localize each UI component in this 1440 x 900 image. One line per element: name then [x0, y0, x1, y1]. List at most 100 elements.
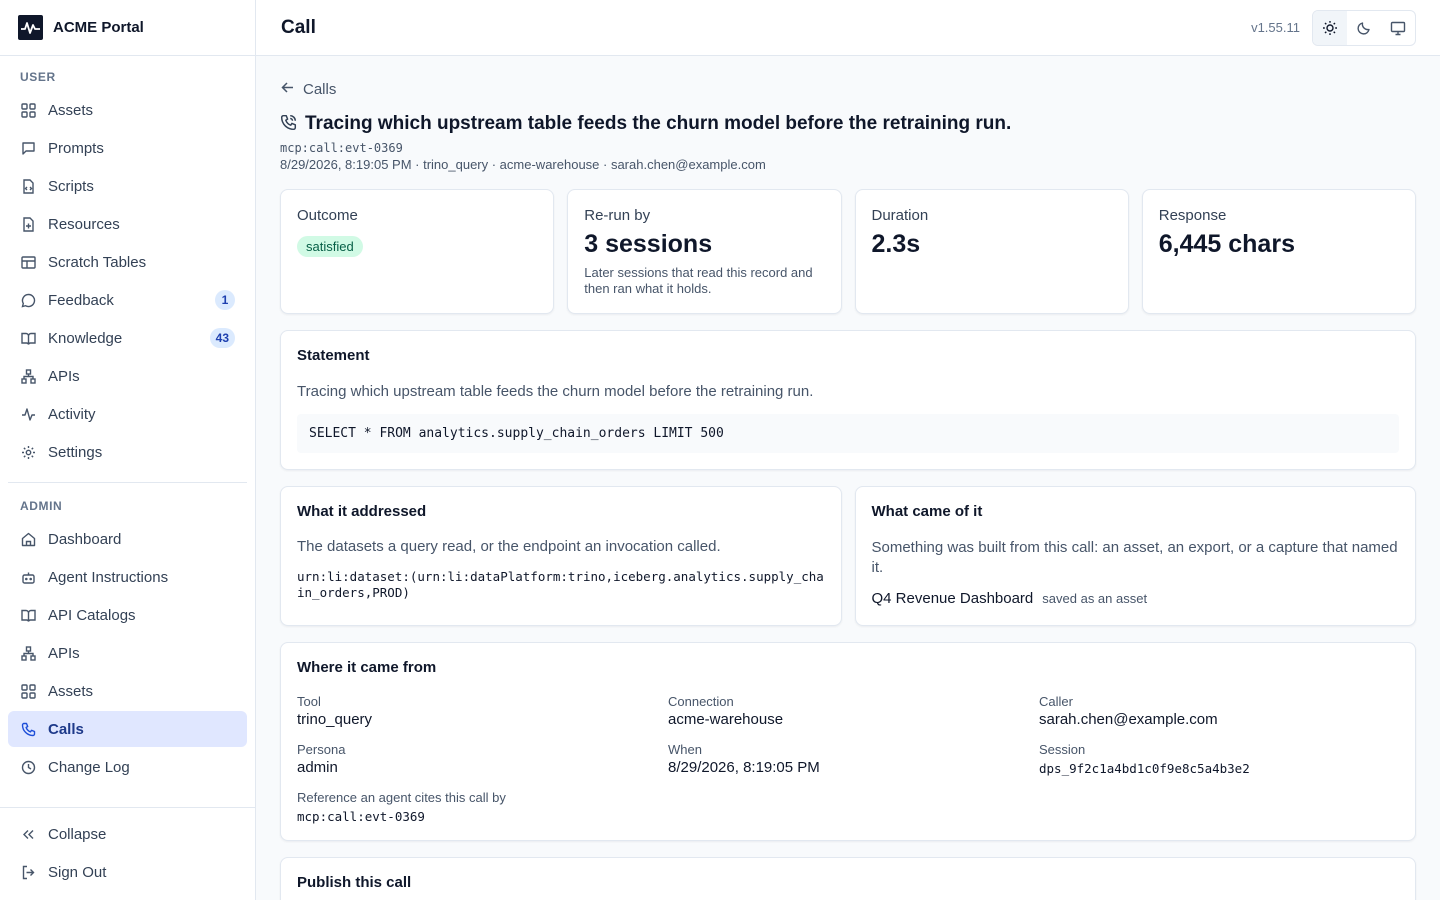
rerun-description: Later sessions that read this record and…: [584, 265, 813, 296]
bot-icon: [20, 569, 36, 585]
sidebar-item-label: Agent Instructions: [48, 568, 169, 586]
network-icon: [20, 368, 36, 384]
outcome-section: What came of it Something was built from…: [854, 486, 1416, 626]
sidebar-item-label: Change Log: [48, 758, 130, 776]
outcome-heading: What came of it: [871, 503, 983, 520]
page-title: Call: [281, 16, 316, 38]
persona-field: Persona admin: [297, 742, 668, 776]
sidebar-footer: Collapse Sign Out: [0, 807, 255, 900]
rerun-card: Re-run by 3 sessions Later sessions that…: [567, 189, 842, 314]
outcome-card: Outcome satisfied: [280, 189, 555, 314]
field-label: Session: [1039, 742, 1086, 757]
tool-value: trino_query: [297, 711, 373, 728]
sidebar-item-label: Scripts: [48, 177, 94, 195]
sidebar-item-scratch-tables[interactable]: Scratch Tables: [8, 244, 247, 280]
sidebar-item-prompts[interactable]: Prompts: [8, 130, 247, 166]
addressed-section: What it addressed The datasets a query r…: [280, 486, 842, 626]
sidebar-item-label: Prompts: [48, 139, 104, 157]
call-title: Tracing which upstream table feeds the c…: [305, 113, 1012, 134]
clock-icon: [20, 759, 36, 775]
origin-fields: Tool trino_query Connection acme-warehou…: [297, 694, 1399, 776]
back-to-calls-link[interactable]: Calls: [280, 80, 1416, 99]
sidebar-item-api-catalogs[interactable]: API Catalogs: [8, 597, 247, 633]
grid-icon: [20, 683, 36, 699]
file-plus-icon: [20, 216, 36, 232]
sidebar-item-label: Assets: [48, 682, 94, 700]
chevrons-left-icon: [20, 826, 36, 842]
artifact-link[interactable]: Q4 Revenue Dashboard: [872, 590, 1034, 607]
collapse-label: Collapse: [48, 825, 107, 843]
rerun-value: 3 sessions: [584, 230, 713, 258]
session-value: dps_9f2c1a4bd1c0f9e8c5a4b3e2: [1039, 761, 1250, 776]
field-label: When: [668, 742, 702, 757]
sidebar-item-admin-assets[interactable]: Assets: [8, 673, 247, 709]
sidebar-item-label: Activity: [48, 405, 96, 423]
statement-heading: Statement: [297, 347, 370, 364]
when-field: When 8/29/2026, 8:19:05 PM: [668, 742, 1039, 776]
sidebar-item-resources[interactable]: Resources: [8, 206, 247, 242]
nav-divider: [8, 482, 247, 483]
table-icon: [20, 254, 36, 270]
caller-value: sarah.chen@example.com: [1039, 711, 1218, 728]
light-theme-icon[interactable]: [1313, 10, 1347, 45]
brand[interactable]: ACME Portal: [0, 0, 255, 56]
sidebar-item-label: Settings: [48, 443, 103, 461]
dark-theme-icon[interactable]: [1347, 11, 1381, 45]
sidebar: ACME Portal USER Assets Prompts Scripts …: [0, 0, 256, 900]
sidebar-item-scripts[interactable]: Scripts: [8, 168, 247, 204]
duration-label: Duration: [871, 207, 929, 224]
sidebar-item-calls[interactable]: Calls: [8, 711, 247, 747]
pulse-logo-icon: [18, 15, 43, 40]
addressed-outcome-row: What it addressed The datasets a query r…: [280, 486, 1416, 626]
home-icon: [20, 531, 36, 547]
sidebar-item-change-log[interactable]: Change Log: [8, 749, 247, 785]
sign-out-label: Sign Out: [48, 863, 107, 881]
sidebar-item-feedback[interactable]: Feedback 1: [8, 282, 247, 318]
top-bar: Call v1.55.11: [256, 0, 1440, 56]
sidebar-item-label: Feedback: [48, 291, 114, 309]
outcome-description: Something was built from this call: an a…: [871, 539, 1398, 576]
arrow-left-icon: [280, 80, 295, 99]
call-id: mcp:call:evt-0369: [280, 141, 403, 155]
duration-value: 2.3s: [871, 230, 921, 258]
sidebar-item-label: Assets: [48, 101, 94, 119]
version-label: v1.55.11: [1251, 20, 1300, 35]
statement-text: Tracing which upstream table feeds the c…: [297, 383, 814, 400]
sidebar-item-admin-apis[interactable]: APIs: [8, 635, 247, 671]
stats-row: Outcome satisfied Re-run by 3 sessions L…: [280, 189, 1416, 314]
message-square-icon: [20, 140, 36, 156]
sidebar-item-apis[interactable]: APIs: [8, 358, 247, 394]
sidebar-item-label: API Catalogs: [48, 606, 136, 624]
theme-switcher: [1312, 9, 1416, 46]
outcome-label: Outcome: [297, 207, 358, 224]
statement-section: Statement Tracing which upstream table f…: [280, 330, 1416, 470]
sidebar-item-label: Resources: [48, 215, 120, 233]
sidebar-item-settings[interactable]: Settings: [8, 434, 247, 470]
session-field: Session dps_9f2c1a4bd1c0f9e8c5a4b3e2: [1039, 742, 1399, 776]
dataset-urn: urn:li:dataset:(urn:li:dataPlatform:trin…: [297, 569, 824, 600]
call-title-row: Tracing which upstream table feeds the c…: [280, 113, 1416, 135]
network-icon: [20, 645, 36, 661]
sidebar-item-label: Knowledge: [48, 329, 123, 347]
sidebar-item-dashboard[interactable]: Dashboard: [8, 521, 247, 557]
response-label: Response: [1158, 207, 1227, 224]
sidebar-item-label: Scratch Tables: [48, 253, 147, 271]
back-label: Calls: [303, 81, 337, 98]
publish-heading: Publish this call: [297, 874, 412, 891]
response-card: Response 6,445 chars: [1141, 189, 1416, 314]
field-label: Reference an agent cites this call by: [297, 790, 506, 805]
sidebar-item-knowledge[interactable]: Knowledge 43: [8, 320, 247, 356]
system-theme-icon[interactable]: [1381, 11, 1415, 45]
when-value: 8/29/2026, 8:19:05 PM: [668, 759, 820, 776]
sidebar-item-activity[interactable]: Activity: [8, 396, 247, 432]
connection-value: acme-warehouse: [668, 711, 784, 728]
sidebar-item-assets[interactable]: Assets: [8, 92, 247, 128]
call-meta: 8/29/2026, 8:19:05 PM · trino_query · ac…: [280, 157, 766, 172]
persona-value: admin: [297, 759, 338, 776]
collapse-button[interactable]: Collapse: [8, 816, 247, 852]
response-value: 6,445 chars: [1158, 230, 1295, 258]
grid-icon: [20, 102, 36, 118]
artifact-item[interactable]: Q4 Revenue Dashboard saved as an asset: [872, 590, 1400, 607]
sign-out-button[interactable]: Sign Out: [8, 854, 247, 890]
sidebar-item-agent-instructions[interactable]: Agent Instructions: [8, 559, 247, 595]
